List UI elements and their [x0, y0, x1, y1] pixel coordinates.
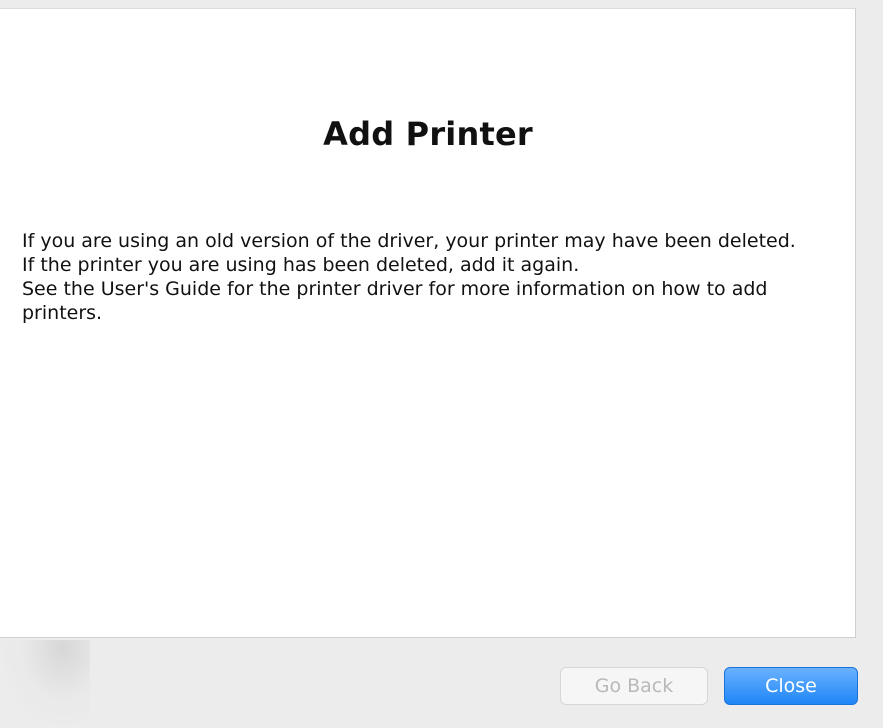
dialog-message: If you are using an old version of the d…	[22, 229, 842, 325]
window-corner-shadow	[0, 640, 90, 728]
message-line-3: See the User's Guide for the printer dri…	[22, 278, 768, 324]
content-panel: Add Printer If you are using an old vers…	[0, 8, 856, 638]
add-printer-window: Add Printer If you are using an old vers…	[0, 0, 883, 728]
dialog-title: Add Printer	[323, 115, 533, 153]
message-line-2: If the printer you are using has been de…	[22, 254, 580, 276]
close-button[interactable]: Close	[724, 667, 858, 705]
message-line-1: If you are using an old version of the d…	[22, 230, 796, 252]
go-back-button[interactable]: Go Back	[560, 667, 708, 705]
